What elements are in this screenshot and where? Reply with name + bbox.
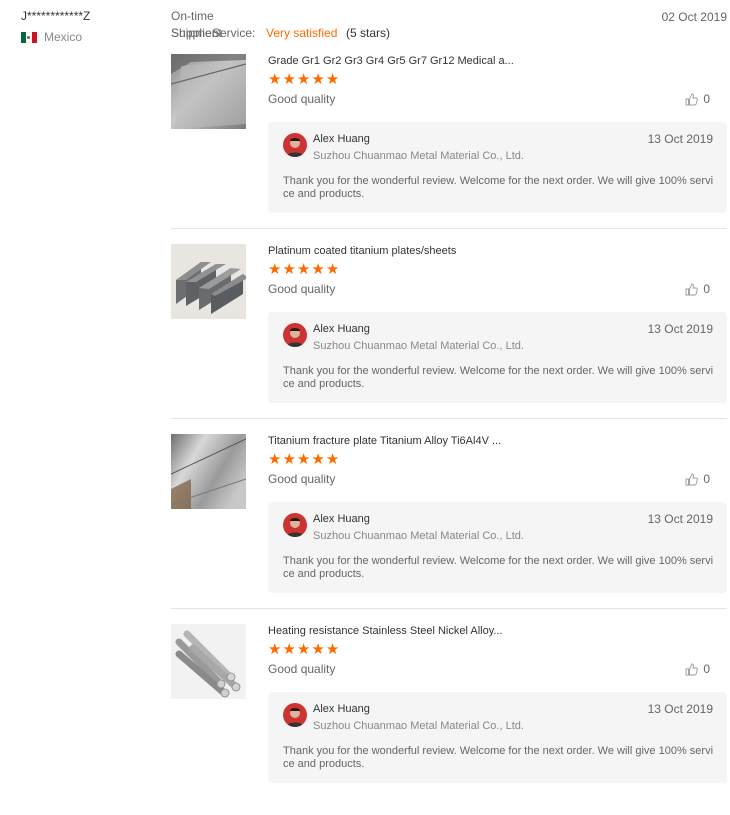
avatar (283, 513, 307, 537)
helpful-count: 0 (703, 472, 710, 486)
star-icon: ★ (296, 451, 311, 468)
buyer-country-label: Mexico (44, 30, 83, 44)
star-rating: ★ ★ ★ ★ ★ (268, 71, 727, 88)
buyer-info: J************Z Mexico (21, 8, 151, 44)
divider (171, 228, 727, 229)
star-icon: ★ (296, 261, 311, 278)
star-icon: ★ (311, 261, 325, 278)
star-icon: ★ (325, 71, 340, 88)
star-icon: ★ (296, 71, 311, 88)
buyer-name: J************Z (21, 9, 91, 23)
supplier-reply: Alex Huang Suzhou Chuanmao Metal Materia… (268, 502, 727, 593)
star-icon: ★ (325, 451, 340, 468)
helpful-count: 0 (703, 92, 710, 106)
product-thumbnail[interactable] (171, 244, 246, 319)
rating-line: Shipment Supplier Service: Very satisfie… (171, 26, 727, 43)
mexico-flag-icon (21, 31, 37, 43)
reply-company: Suzhou Chuanmao Metal Material Co., Ltd. (313, 340, 524, 352)
thumbs-up-icon (685, 93, 699, 106)
review-item: Platinum coated titanium plates/sheets ★… (171, 244, 727, 403)
thumbs-up-icon (685, 283, 699, 296)
thumbs-up-icon (685, 473, 699, 486)
review-comment: Good quality (268, 92, 336, 106)
avatar (283, 133, 307, 157)
reply-author: Alex Huang (313, 323, 370, 335)
star-rating: ★ ★ ★ ★ ★ (268, 451, 727, 468)
reply-author: Alex Huang (313, 133, 370, 145)
star-icon: ★ (282, 641, 296, 658)
reply-author: Alex Huang (313, 513, 370, 525)
star-icon: ★ (268, 261, 282, 278)
review-comment: Good quality (268, 472, 336, 486)
supplier-reply: Alex Huang Suzhou Chuanmao Metal Materia… (268, 692, 727, 783)
reply-date: 13 Oct 2019 (647, 132, 713, 146)
star-icon: ★ (311, 641, 325, 658)
review-item: Grade Gr1 Gr2 Gr3 Gr4 Gr5 Gr7 Gr12 Medic… (171, 54, 727, 213)
reply-date: 13 Oct 2019 (647, 512, 713, 526)
product-title[interactable]: Grade Gr1 Gr2 Gr3 Gr4 Gr5 Gr7 Gr12 Medic… (268, 54, 523, 68)
star-icon: ★ (268, 641, 282, 658)
review-item: Heating resistance Stainless Steel Nicke… (171, 624, 727, 783)
reply-author: Alex Huang (313, 703, 370, 715)
reply-text: Thank you for the wonderful review. Welc… (283, 175, 714, 200)
review-rating-header: On-time Shipment Supplier Service: Very … (171, 8, 727, 43)
review-comment: Good quality (268, 282, 336, 296)
review-item: Titanium fracture plate Titanium Alloy T… (171, 434, 727, 593)
buyer-country: Mexico (21, 30, 151, 44)
review-date: 02 Oct 2019 (661, 10, 727, 24)
product-thumbnail[interactable] (171, 54, 246, 129)
reply-company: Suzhou Chuanmao Metal Material Co., Ltd. (313, 150, 524, 162)
reply-text: Thank you for the wonderful review. Welc… (283, 365, 714, 390)
product-thumbnail[interactable] (171, 624, 246, 699)
helpful-button[interactable]: 0 (685, 282, 727, 297)
star-icon: ★ (282, 71, 296, 88)
review-comment: Good quality (268, 662, 336, 676)
reply-company: Suzhou Chuanmao Metal Material Co., Ltd. (313, 530, 524, 542)
reply-date: 13 Oct 2019 (647, 322, 713, 336)
helpful-button[interactable]: 0 (685, 92, 727, 107)
helpful-button[interactable]: 0 (685, 662, 727, 677)
product-title[interactable]: Platinum coated titanium plates/sheets (268, 244, 523, 258)
star-icon: ★ (325, 261, 340, 278)
reply-text: Thank you for the wonderful review. Welc… (283, 745, 714, 770)
rating-verdict: Very satisfied (266, 26, 338, 40)
reply-date: 13 Oct 2019 (647, 702, 713, 716)
star-rating: ★ ★ ★ ★ ★ (268, 641, 727, 658)
avatar (283, 703, 307, 727)
reply-text: Thank you for the wonderful review. Welc… (283, 555, 714, 580)
star-rating: ★ ★ ★ ★ ★ (268, 261, 727, 278)
thumbs-up-icon (685, 663, 699, 676)
rating-stars-text: (5 stars) (346, 26, 391, 40)
star-icon: ★ (282, 451, 296, 468)
star-icon: ★ (325, 641, 340, 658)
rating-label-line1: On-time (171, 9, 214, 23)
helpful-count: 0 (703, 662, 710, 676)
product-title[interactable]: Heating resistance Stainless Steel Nicke… (268, 624, 523, 638)
helpful-button[interactable]: 0 (685, 472, 727, 487)
review-items: Grade Gr1 Gr2 Gr3 Gr4 Gr5 Gr7 Gr12 Medic… (171, 54, 727, 783)
divider (171, 608, 727, 609)
avatar (283, 323, 307, 347)
product-title[interactable]: Titanium fracture plate Titanium Alloy T… (268, 434, 523, 448)
star-icon: ★ (268, 451, 282, 468)
star-icon: ★ (311, 71, 325, 88)
star-icon: ★ (311, 451, 325, 468)
divider (171, 418, 727, 419)
rating-label-service: Service: (212, 26, 256, 40)
product-thumbnail[interactable] (171, 434, 246, 509)
reply-company: Suzhou Chuanmao Metal Material Co., Ltd. (313, 720, 524, 732)
rating-label-supplier: Supplier (171, 26, 216, 40)
supplier-reply: Alex Huang Suzhou Chuanmao Metal Materia… (268, 122, 727, 213)
star-icon: ★ (268, 71, 282, 88)
star-icon: ★ (296, 641, 311, 658)
helpful-count: 0 (703, 282, 710, 296)
supplier-reply: Alex Huang Suzhou Chuanmao Metal Materia… (268, 312, 727, 403)
star-icon: ★ (282, 261, 296, 278)
